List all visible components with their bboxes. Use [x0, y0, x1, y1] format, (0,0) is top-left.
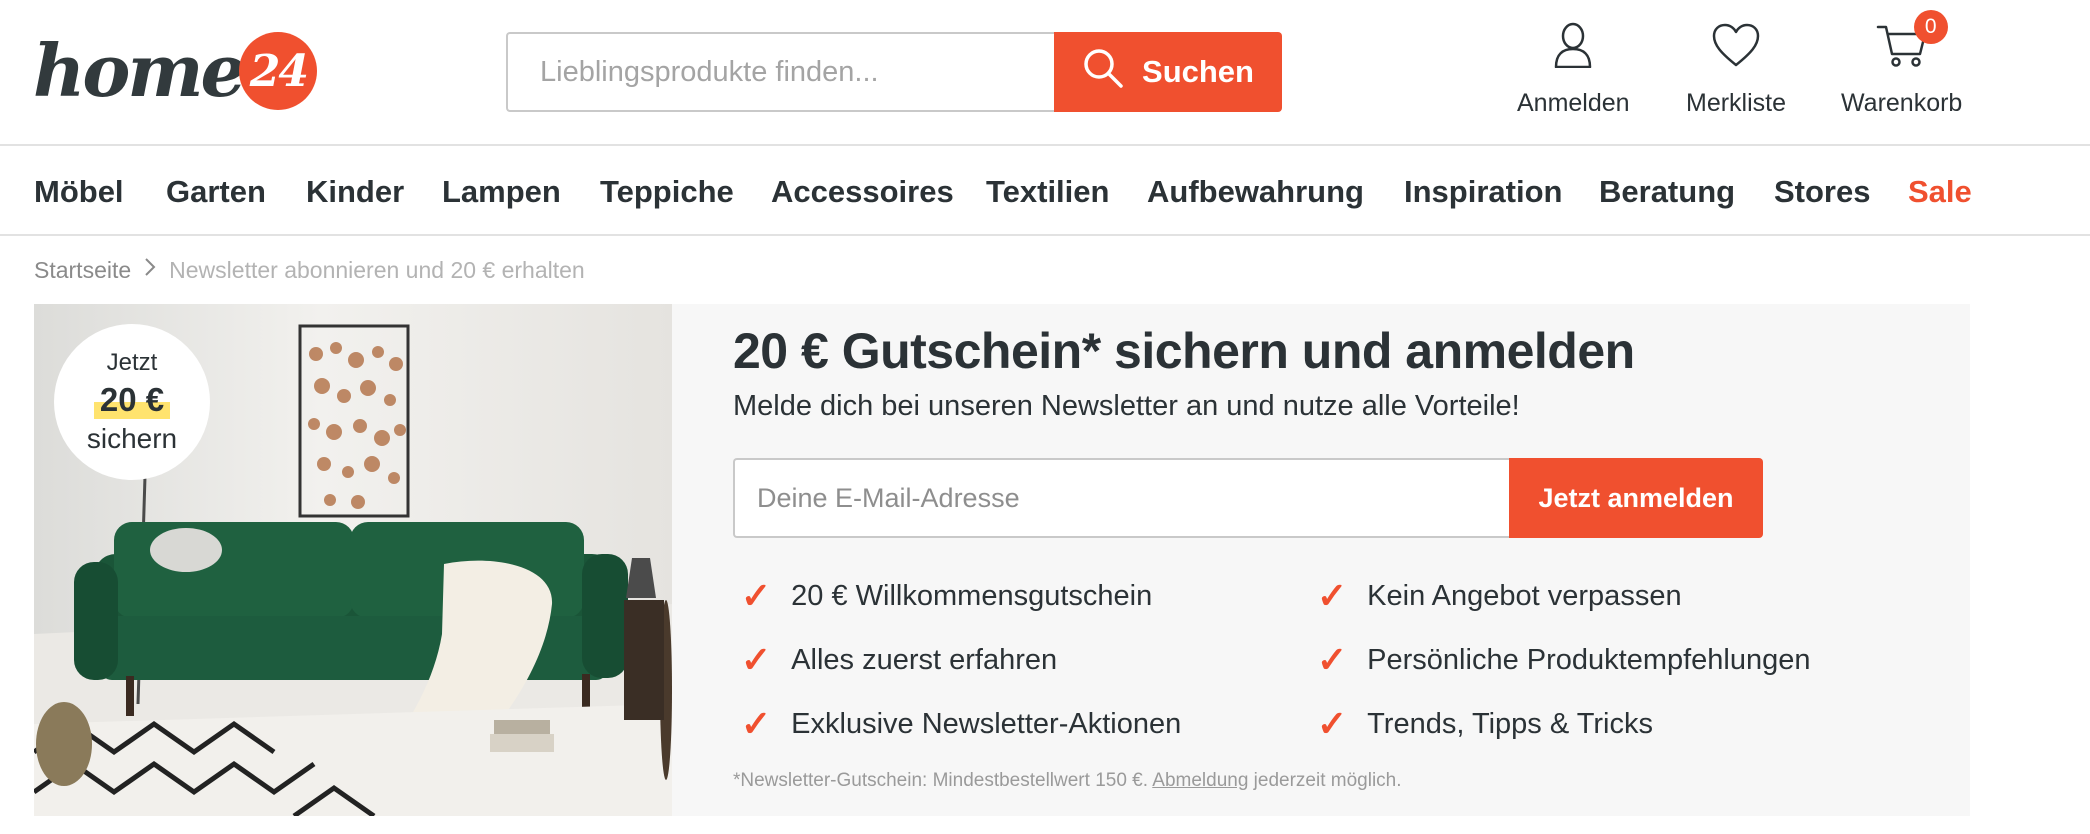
promo-line-3: sichern — [86, 423, 178, 454]
cart-label: Warenkorb — [1841, 89, 1963, 117]
cart-icon — [1876, 25, 1928, 74]
search-button-label: Suchen — [1142, 54, 1254, 89]
nav-item-accessoires[interactable]: Accessoires — [771, 174, 954, 210]
user-icon — [1553, 22, 1593, 75]
nav-item-lampen[interactable]: Lampen — [442, 174, 561, 210]
email-field[interactable] — [733, 458, 1509, 538]
unsubscribe-link[interactable]: Abmeldung — [1152, 770, 1248, 791]
nav-item-textilien[interactable]: Textilien — [986, 174, 1109, 210]
breadcrumb-home[interactable]: Startseite — [34, 257, 131, 284]
benefit-item: ✓ Persönliche Produktempfehlungen — [1317, 642, 1811, 678]
login-link[interactable]: Anmelden — [1517, 22, 1630, 118]
benefit-label: Alles zuerst erfahren — [791, 643, 1058, 676]
check-icon: ✓ — [741, 575, 772, 616]
wishlist-link[interactable]: Merkliste — [1686, 22, 1786, 118]
promo-amount: 20 € — [93, 381, 171, 419]
check-icon: ✓ — [741, 703, 772, 744]
search-icon — [1082, 47, 1124, 97]
benefit-item: ✓ Trends, Tipps & Tricks — [1317, 706, 1653, 742]
search-button[interactable]: Suchen — [1054, 32, 1282, 112]
nav-item-sale[interactable]: Sale — [1908, 174, 1972, 210]
check-icon: ✓ — [741, 639, 772, 680]
benefit-label: Trends, Tipps & Tricks — [1367, 707, 1653, 740]
benefit-item: ✓ 20 € Willkommensgutschein — [741, 578, 1152, 614]
check-icon: ✓ — [1317, 639, 1348, 680]
home24-logo[interactable]: home 24 — [33, 26, 318, 116]
benefit-label: Kein Angebot verpassen — [1367, 579, 1682, 612]
logo-wordmark: home — [33, 28, 246, 113]
nav-item-kinder[interactable]: Kinder — [306, 174, 404, 210]
cart-icon-wrap: 0 — [1876, 10, 1948, 75]
check-icon: ✓ — [1317, 703, 1348, 744]
living-room-image: Jetzt 20 € sichern — [34, 304, 672, 816]
cart-link[interactable]: 0 Warenkorb — [1841, 10, 1963, 118]
cart-count-badge: 0 — [1913, 10, 1948, 44]
nav-item-inspiration[interactable]: Inspiration — [1404, 174, 1562, 210]
search-input[interactable] — [506, 32, 1054, 112]
login-label: Anmelden — [1517, 89, 1630, 117]
newsletter-footnote: *Newsletter-Gutschein: Mindestbestellwer… — [733, 770, 1402, 792]
benefit-label: Persönliche Produktempfehlungen — [1367, 643, 1811, 676]
promo-circle-badge: Jetzt 20 € sichern — [54, 324, 210, 480]
logo-badge: 24 — [239, 32, 318, 110]
newsletter-headline: 20 € Gutschein* sichern und anmelden — [733, 323, 1635, 379]
nav-item-teppiche[interactable]: Teppiche — [600, 174, 734, 210]
footnote-text-after: jederzeit möglich. — [1248, 770, 1402, 791]
nav-item-garten[interactable]: Garten — [166, 174, 266, 210]
breadcrumb: Startseite Newsletter abonnieren und 20 … — [34, 256, 585, 284]
heart-icon — [1711, 22, 1761, 75]
nav-item-aufbewahrung[interactable]: Aufbewahrung — [1147, 174, 1364, 210]
nav-item-moebel[interactable]: Möbel — [34, 174, 124, 210]
promo-line-1: Jetzt — [106, 349, 158, 376]
footnote-text-before: *Newsletter-Gutschein: Mindestbestellwer… — [733, 770, 1153, 791]
search-bar: Suchen — [506, 32, 1282, 112]
check-icon: ✓ — [1317, 575, 1348, 616]
main-navigation: Möbel Garten Kinder Lampen Teppiche Acce… — [0, 146, 2090, 236]
benefit-item: ✓ Alles zuerst erfahren — [741, 642, 1057, 678]
benefit-label: 20 € Willkommensgutschein — [791, 579, 1153, 612]
breadcrumb-current: Newsletter abonnieren und 20 € erhalten — [169, 256, 585, 283]
nav-item-beratung[interactable]: Beratung — [1599, 174, 1735, 210]
chevron-right-icon — [143, 256, 157, 284]
benefit-item: ✓ Kein Angebot verpassen — [1317, 578, 1682, 614]
newsletter-form: Jetzt anmelden — [733, 458, 1763, 538]
newsletter-banner: Jetzt 20 € sichern 20 € Gutschein* siche… — [34, 304, 1970, 816]
wishlist-label: Merkliste — [1686, 89, 1787, 117]
benefit-label: Exklusive Newsletter-Aktionen — [791, 707, 1182, 740]
site-header: home 24 Suchen Anmelden Merkliste 0 War — [0, 0, 2090, 146]
newsletter-subline: Melde dich bei unseren Newsletter an und… — [733, 390, 1520, 422]
nav-item-stores[interactable]: Stores — [1774, 174, 1870, 210]
subscribe-button[interactable]: Jetzt anmelden — [1509, 458, 1763, 538]
benefit-item: ✓ Exklusive Newsletter-Aktionen — [741, 706, 1181, 742]
